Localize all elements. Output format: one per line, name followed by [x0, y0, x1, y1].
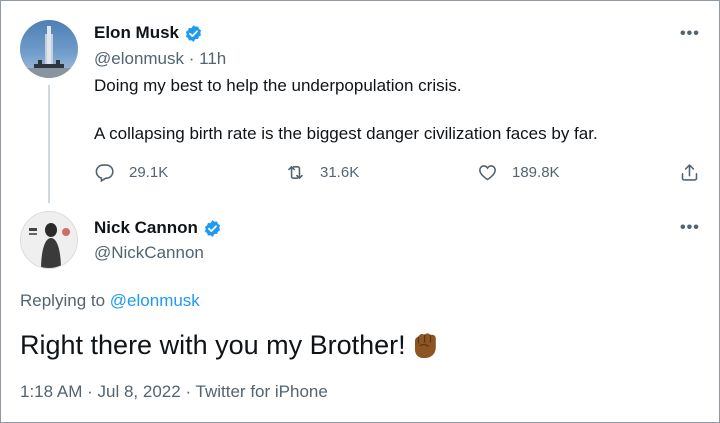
reply-button[interactable]: 29.1K [94, 162, 168, 183]
nick-avatar-image [21, 212, 77, 268]
tweet-time[interactable]: 1:18 AM [20, 382, 82, 401]
verified-badge-icon [204, 219, 220, 237]
avatar-nick[interactable] [20, 211, 78, 269]
share-button[interactable] [679, 162, 700, 183]
replying-to: Replying to @elonmusk [20, 291, 200, 311]
retweet-icon [288, 166, 303, 179]
like-button[interactable]: 189.8K [477, 162, 560, 183]
reply-count: 29.1K [129, 164, 169, 181]
tweet-date[interactable]: Jul 8, 2022 [98, 382, 181, 401]
separator: · [188, 49, 195, 68]
reply-icon [95, 164, 114, 183]
retweet-count: 31.6K [320, 164, 360, 181]
author-name[interactable]: Elon Musk [94, 23, 179, 43]
replying-to-handle[interactable]: @elonmusk [110, 291, 200, 310]
tweet-meta: 1:18 AM · Jul 8, 2022 · Twitter for iPho… [20, 382, 328, 402]
tweet-frame: Elon Musk @elonmusk · 11h ••• Doing my b… [0, 0, 720, 423]
more-options-icon[interactable]: ••• [680, 25, 700, 43]
share-icon [681, 164, 698, 181]
avatar-elon[interactable] [20, 20, 78, 78]
reply-text-row: Right there with you my Brother! [20, 327, 444, 363]
replying-to-label: Replying to [20, 291, 106, 310]
author-name[interactable]: Nick Cannon [94, 218, 198, 238]
like-icon [479, 165, 496, 181]
tweet-text-line2: A collapsing birth rate is the biggest d… [94, 124, 598, 143]
rocket-image [20, 26, 78, 78]
separator: · [87, 382, 93, 401]
retweet-button[interactable]: 31.6K [285, 162, 359, 183]
tweet-text-line1: Doing my best to help the underpopulatio… [94, 76, 462, 95]
tweet-source[interactable]: Twitter for iPhone [196, 382, 328, 401]
raised-fist-icon [414, 333, 436, 358]
author-handle[interactable]: @NickCannon [94, 243, 204, 263]
author-handle[interactable]: @elonmusk [94, 49, 184, 68]
thread-line [48, 85, 50, 203]
like-count: 189.8K [512, 164, 560, 181]
verified-badge-icon [185, 24, 202, 42]
tweet-time[interactable]: 11h [199, 49, 226, 68]
author-row-elon: Elon Musk [94, 23, 203, 43]
reply-text: Right there with you my Brother! [20, 329, 406, 360]
author-row-nick: Nick Cannon [94, 218, 222, 238]
separator: · [185, 382, 192, 401]
handle-row: @elonmusk · 11h [94, 49, 226, 69]
more-options-icon[interactable]: ••• [680, 219, 700, 237]
